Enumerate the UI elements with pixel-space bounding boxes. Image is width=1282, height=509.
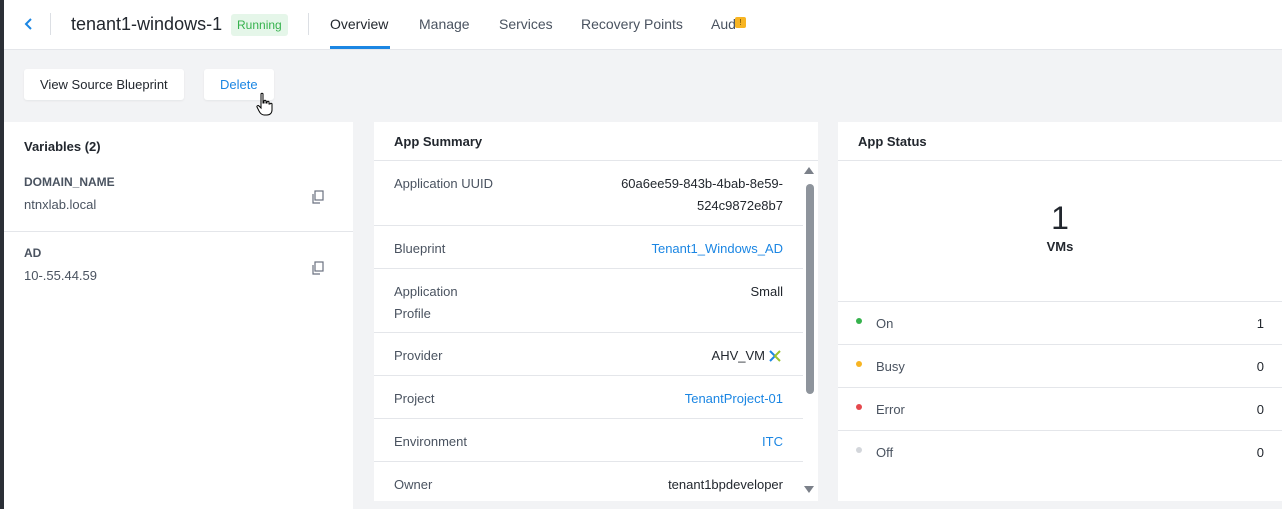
summary-value: tenant1bpdeveloper [668,477,783,492]
status-row-busy: Busy 0 [838,344,1282,388]
project-link[interactable]: TenantProject-01 [685,388,783,410]
environment-link[interactable]: ITC [762,431,783,453]
variables-divider [4,231,353,232]
scroll-down-arrow-icon[interactable] [804,486,814,493]
status-row-on: On 1 [838,301,1282,345]
app-title: tenant1-windows-1 [71,14,223,34]
summary-value: Small [750,284,783,299]
label-line: Profile [394,306,431,321]
summary-value: 60a6ee59-843b-4bab-8e59- 524c9872e8b7 [621,173,783,217]
header-divider [50,13,51,35]
summary-row: Provider AHV_VM [374,333,803,376]
green-status-dot-icon [856,318,862,324]
scrollbar-thumb[interactable] [806,184,814,394]
grey-status-dot-icon [856,447,862,453]
red-status-dot-icon [856,404,862,410]
summary-row: Application Profile Small [374,269,803,333]
summary-label: Blueprint [394,241,446,256]
back-chevron-icon[interactable] [22,13,36,35]
header-divider [308,13,309,35]
tab-services[interactable]: Services [499,16,553,32]
tab-recovery-points[interactable]: Recovery Points [581,16,683,32]
tab-audit[interactable]: Aud [711,16,736,32]
summary-row: Blueprint Tenant1_Windows_AD [374,226,803,269]
uuid-line: 60a6ee59-843b-4bab-8e59- [621,176,783,191]
status-label: Off [876,445,894,460]
hand-pointer-cursor-icon [256,92,274,116]
app-status-heading: App Status [858,134,927,149]
nutanix-x-icon [769,349,781,362]
summary-row: Owner tenant1bpdeveloper [374,462,803,501]
tab-overview[interactable]: Overview [330,16,388,32]
variable-name: AD [24,246,42,260]
summary-label: Environment [394,434,467,449]
label-line: Application [394,284,458,299]
yellow-status-dot-icon [856,361,862,367]
summary-label: Owner [394,477,433,492]
variable-name: DOMAIN_NAME [24,175,115,189]
summary-row: Application UUID 60a6ee59-843b-4bab-8e59… [374,161,803,226]
uuid-line: 524c9872e8b7 [696,198,783,213]
status-label: On [876,316,894,331]
vm-count: 1 [1051,200,1069,236]
app-summary-panel: App Summary Application UUID 60a6ee59-84… [374,122,818,501]
status-count: 0 [1256,445,1264,460]
status-count: 1 [1256,316,1264,331]
summary-label: Provider [394,348,443,363]
summary-value: AHV_VM [711,348,765,363]
tab-manage[interactable]: Manage [419,16,470,32]
status-label: Error [876,402,905,417]
vm-count-label: VMs [1046,239,1074,254]
summary-row: Project TenantProject-01 [374,376,803,419]
view-source-blueprint-button[interactable]: View Source Blueprint [24,69,184,100]
panel-divider [838,160,1282,161]
variables-panel: Variables (2) DOMAIN_NAME ntnxlab.local … [4,122,353,509]
summary-row: Environment ITC [374,419,803,462]
status-count: 0 [1256,402,1264,417]
app-header: tenant1-windows-1 Running Overview Manag… [4,0,1282,50]
scroll-up-arrow-icon[interactable] [804,167,814,174]
variable-value: ntnxlab.local [24,197,97,212]
app-summary-heading: App Summary [394,134,483,149]
status-label: Busy [876,359,905,374]
status-count: 0 [1256,359,1264,374]
copy-icon[interactable] [311,261,325,275]
blueprint-link[interactable]: Tenant1_Windows_AD [651,238,783,260]
summary-label: Application Profile [394,281,458,325]
notification-badge-icon: ! [735,17,746,28]
app-status-panel: App Status 1 VMs On 1 Busy 0 Error 0 Off… [838,122,1282,501]
active-tab-indicator [330,46,390,49]
summary-label: Project [394,391,435,406]
variable-value: 10-.55.44.59 [24,268,98,283]
status-row-error: Error 0 [838,387,1282,431]
variables-heading: Variables (2) [24,139,101,154]
status-row-off: Off 0 [838,430,1282,474]
status-badge: Running [231,14,288,36]
copy-icon[interactable] [311,190,325,204]
summary-label: Application UUID [394,176,493,191]
